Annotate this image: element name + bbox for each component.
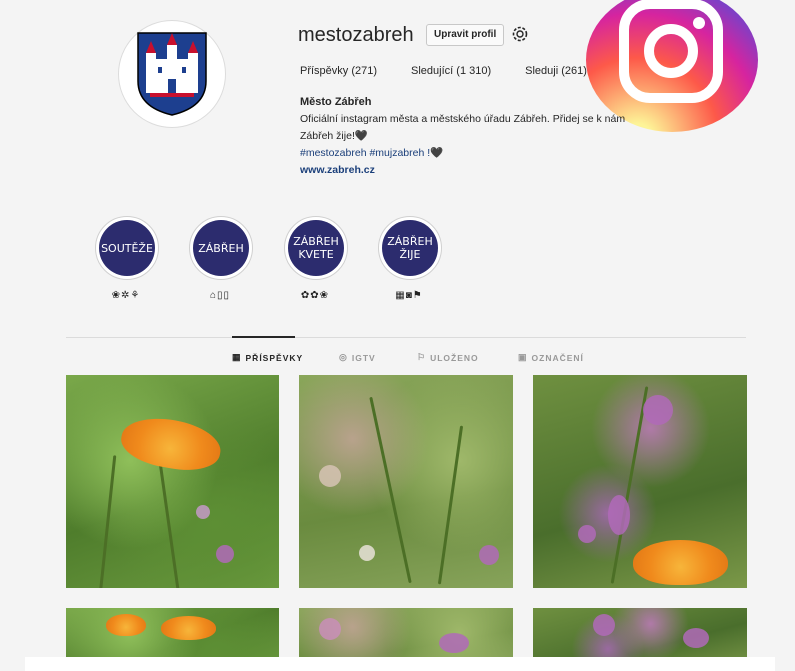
tab-saved[interactable]: ⚐ ULOŽENO bbox=[417, 352, 479, 363]
highlight-title: SOUTĚŽE bbox=[99, 220, 155, 276]
post-thumbnail[interactable] bbox=[533, 375, 747, 588]
followers-count[interactable]: Sledující (1 310) bbox=[411, 65, 491, 77]
tab-igtv[interactable]: ◎ IGTV bbox=[339, 352, 376, 363]
highlight-caption: ▦◙⚑ bbox=[395, 290, 423, 301]
highlight-title: ZÁBŘEH bbox=[193, 220, 249, 276]
profile-stats: Příspěvky (271) Sledující (1 310) Sleduj… bbox=[300, 65, 587, 77]
tab-label: ULOŽENO bbox=[430, 352, 479, 363]
tab-label: PŘÍSPĚVKY bbox=[245, 352, 304, 363]
post-thumbnail[interactable] bbox=[299, 375, 513, 588]
following-count[interactable]: Sleduji (261) bbox=[525, 65, 587, 77]
bio-line: Zábřeh žije!🖤 bbox=[300, 130, 368, 142]
highlight-cover: SOUTĚŽE bbox=[95, 216, 159, 280]
post-thumbnail[interactable] bbox=[66, 375, 279, 588]
profile-username: mestozabreh bbox=[298, 24, 414, 46]
posts-count[interactable]: Příspěvky (271) bbox=[300, 65, 377, 77]
tab-label: IGTV bbox=[351, 352, 376, 363]
tab-label: OZNAČENÍ bbox=[531, 352, 584, 363]
active-tab-indicator bbox=[232, 336, 295, 338]
bookmark-icon: ⚐ bbox=[417, 352, 427, 362]
bio-line: Oficiální instagram města a městského úř… bbox=[300, 113, 626, 125]
edit-profile-button[interactable]: Upravit profil bbox=[426, 24, 505, 46]
highlight-zabreh[interactable]: ZÁBŘEH ⌂▯▯ bbox=[189, 216, 253, 301]
tv-icon: ◎ bbox=[339, 352, 348, 362]
highlight-soutaze[interactable]: SOUTĚŽE ❀✲⚘ bbox=[95, 216, 159, 301]
highlight-caption: ✿✿❀ bbox=[300, 290, 330, 301]
highlight-cover: ZÁBŘEH KVETE bbox=[284, 216, 348, 280]
tabs-divider bbox=[66, 337, 746, 338]
grid-icon: ▦ bbox=[232, 352, 242, 362]
highlight-cover: ZÁBŘEH ŽIJE bbox=[378, 216, 442, 280]
tag-icon: ▣ bbox=[518, 352, 528, 362]
highlight-cover: ZÁBŘEH bbox=[189, 216, 253, 280]
highlight-title: ZÁBŘEH ŽIJE bbox=[382, 220, 438, 276]
tab-posts[interactable]: ▦ PŘÍSPĚVKY bbox=[232, 352, 303, 363]
profile-full-name: Město Zábřeh bbox=[300, 96, 372, 108]
profile-avatar[interactable] bbox=[118, 20, 226, 128]
highlight-caption: ⌂▯▯ bbox=[209, 290, 231, 301]
profile-hashtags[interactable]: #mestozabreh #mujzabreh !🖤 bbox=[300, 146, 443, 159]
coat-of-arms-icon bbox=[137, 32, 207, 116]
highlight-zabreh-zije[interactable]: ZÁBŘEH ŽIJE ▦◙⚑ bbox=[378, 216, 442, 301]
highlight-zabreh-kvete[interactable]: ZÁBŘEH KVETE ✿✿❀ bbox=[284, 216, 348, 301]
highlight-title: ZÁBŘEH KVETE bbox=[288, 220, 344, 276]
highlight-caption: ❀✲⚘ bbox=[111, 290, 141, 301]
tab-tagged[interactable]: ▣ OZNAČENÍ bbox=[518, 352, 584, 363]
profile-website-link[interactable]: www.zabreh.cz bbox=[300, 164, 375, 176]
settings-gear-icon[interactable] bbox=[511, 25, 529, 43]
profile-bio: Oficiální instagram města a městského úř… bbox=[300, 111, 720, 145]
bottom-overlay-bar bbox=[25, 657, 775, 671]
